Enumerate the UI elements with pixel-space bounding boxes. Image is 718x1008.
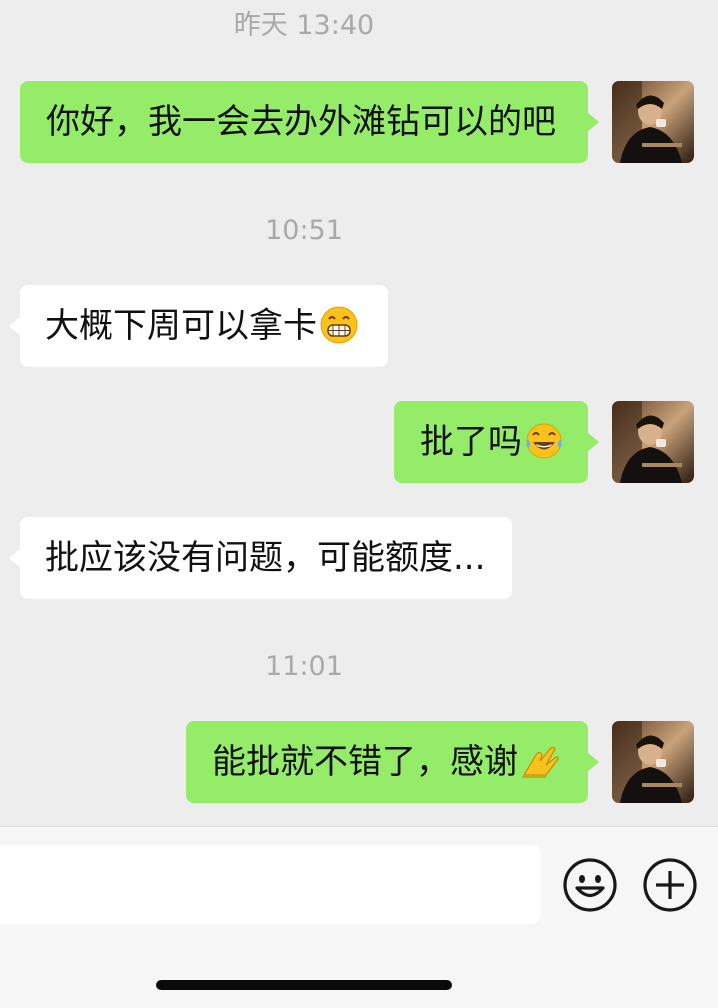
input-bar [0, 826, 718, 1008]
message-text: 你好，我一会去办外滩钻可以的吧 [46, 102, 556, 142]
tears-of-joy-icon [526, 423, 562, 458]
timestamp: 昨天 13:40 [233, 10, 375, 41]
avatar[interactable] [612, 401, 694, 483]
message-text: 能批就不错了，感谢 [212, 742, 518, 782]
message-text: 批应该没有问题，可能额度... [45, 538, 486, 578]
avatar-photo-icon [612, 81, 694, 163]
message-text: 大概下周可以拿卡 [45, 306, 317, 346]
timestamp: 11:01 [265, 651, 343, 682]
grinning-face-icon [320, 306, 358, 343]
emoji-face-icon[interactable] [562, 857, 618, 913]
message-bubble-received[interactable]: 大概下周可以拿卡 [9, 285, 388, 367]
message-bubble-received[interactable]: 批应该没有问题，可能额度... [9, 517, 512, 599]
message-bubble-sent[interactable]: 批了吗 [394, 401, 599, 483]
avatar-photo-icon [612, 721, 694, 803]
avatar[interactable] [612, 81, 694, 163]
message-text: 批了吗 [420, 422, 522, 462]
timestamp: 10:51 [265, 215, 343, 246]
pinch-hand-icon [522, 746, 559, 778]
message-input[interactable] [0, 845, 541, 924]
avatar[interactable] [612, 721, 694, 803]
plus-circle-icon[interactable] [642, 857, 698, 913]
avatar-photo-icon [612, 401, 694, 483]
home-indicator[interactable] [156, 980, 452, 990]
message-bubble-sent[interactable]: 能批就不错了，感谢 [186, 721, 599, 803]
message-bubble-sent[interactable]: 你好，我一会去办外滩钻可以的吧 [20, 81, 599, 163]
